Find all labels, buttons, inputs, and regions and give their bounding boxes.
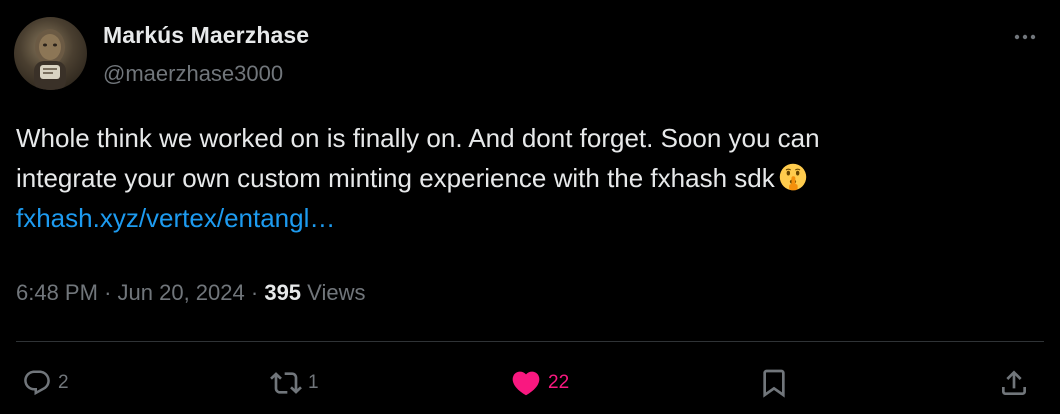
share-button[interactable] <box>998 358 1030 408</box>
views-label: Views <box>307 280 366 305</box>
divider <box>16 341 1044 342</box>
reply-icon <box>24 370 50 396</box>
reply-button[interactable]: 2 <box>22 358 69 408</box>
more-options-button[interactable] <box>1008 22 1042 52</box>
avatar[interactable] <box>14 17 87 90</box>
bookmark-icon <box>763 369 785 398</box>
tweet-link[interactable]: fxhash.xyz/vertex/entangl… <box>16 203 335 233</box>
tweet-link-line: fxhash.xyz/vertex/entangl… <box>16 198 1036 238</box>
repost-icon <box>270 372 302 394</box>
tweet: Markús Maerzhase @maerzhase3000 Whole th… <box>0 0 1060 414</box>
like-button[interactable]: 22 <box>510 358 569 408</box>
reply-count: 2 <box>58 372 69 393</box>
views-count: 395 <box>264 280 302 305</box>
meta-separator: · <box>104 280 112 305</box>
author-display-name[interactable]: Markús Maerzhase <box>103 22 309 49</box>
share-icon <box>1002 370 1026 395</box>
repost-button[interactable]: 1 <box>270 358 319 408</box>
repost-count: 1 <box>308 372 319 393</box>
tweet-time[interactable]: 6:48 PM <box>16 280 98 305</box>
meta-separator-2: · <box>250 280 259 305</box>
tweet-date[interactable]: Jun 20, 2024 <box>118 280 245 305</box>
bookmark-button[interactable] <box>758 358 790 408</box>
tweet-text-line-2-content: integrate your own custom minting experi… <box>16 163 775 193</box>
author-handle[interactable]: @maerzhase3000 <box>103 61 283 87</box>
tweet-text: Whole think we worked on is finally on. … <box>16 118 1036 238</box>
like-count: 22 <box>548 372 570 393</box>
tweet-text-line-1: Whole think we worked on is finally on. … <box>16 123 820 153</box>
tweet-meta: 6:48 PM · Jun 20, 2024 · 395 Views <box>16 280 365 306</box>
tweet-text-line-2: integrate your own custom minting experi… <box>16 158 1036 198</box>
action-bar: 2 1 22 <box>0 358 1060 408</box>
more-dots-icon <box>1014 34 1036 40</box>
heart-filled-icon <box>512 371 540 396</box>
shushing-face-icon <box>779 163 806 191</box>
